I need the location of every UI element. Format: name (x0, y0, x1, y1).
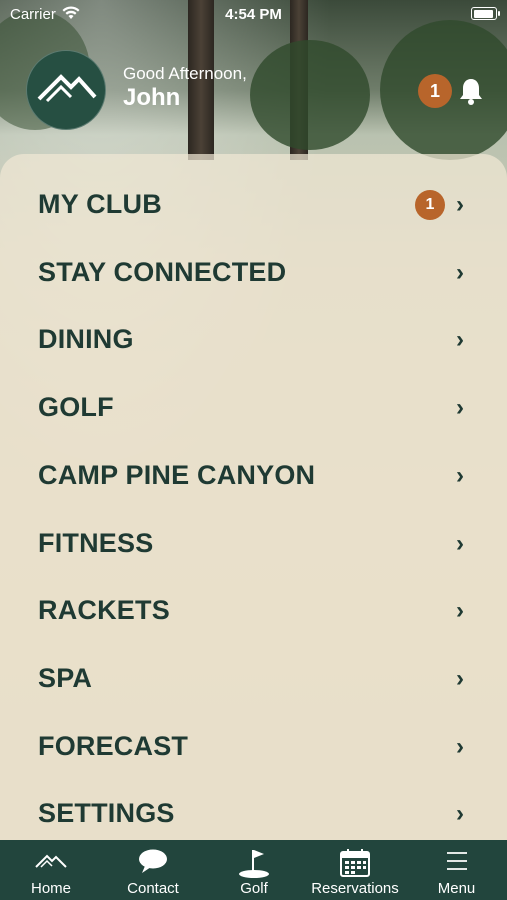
menu-item-rackets[interactable]: RACKETS › (0, 577, 507, 645)
menu-item-stay-connected[interactable]: STAY CONNECTED › (0, 239, 507, 307)
status-bar: Carrier 4:54 PM (0, 0, 507, 28)
clock: 4:54 PM (225, 6, 282, 23)
tab-label: Golf (240, 880, 268, 897)
user-name: John (123, 84, 181, 111)
menu-item-label: SPA (38, 662, 93, 693)
menu-item-dining[interactable]: DINING › (0, 306, 507, 374)
main-menu-panel: MY CLUB 1 › STAY CONNECTED › DINING › GO… (0, 154, 507, 840)
chevron-right-icon: › (456, 461, 464, 489)
header: Good Afternoon, John 1 (0, 40, 507, 140)
notification-count-badge[interactable]: 1 (418, 74, 452, 108)
tab-menu[interactable]: Menu (406, 840, 507, 900)
chevron-right-icon: › (456, 800, 464, 828)
tab-contact[interactable]: Contact (102, 840, 204, 900)
hamburger-menu-icon (446, 852, 467, 870)
greeting-text: Good Afternoon, (123, 64, 247, 83)
menu-item-label: FORECAST (38, 730, 189, 761)
battery-icon (471, 7, 500, 20)
tab-reservations[interactable]: Reservations (304, 840, 406, 900)
golf-flag-icon (239, 850, 269, 878)
tab-label: Home (30, 880, 71, 897)
mountain-logo-icon (37, 74, 97, 103)
chevron-right-icon: › (456, 258, 464, 286)
menu-item-label: GOLF (38, 392, 114, 423)
menu-item-label: RACKETS (38, 595, 170, 626)
calendar-icon (340, 849, 370, 877)
tab-home[interactable]: Home (0, 840, 102, 900)
chevron-right-icon: › (456, 664, 464, 692)
menu-item-settings[interactable]: SETTINGS › (0, 780, 507, 840)
chevron-right-icon: › (456, 597, 464, 625)
bottom-tab-bar: Home Contact Golf Reservations Menu (0, 840, 507, 900)
tab-label: Menu (437, 880, 476, 897)
tab-label: Reservations (311, 880, 399, 897)
chevron-right-icon: › (456, 732, 464, 760)
menu-item-camp-pine-canyon[interactable]: CAMP PINE CANYON › (0, 442, 507, 510)
menu-item-forecast[interactable]: FORECAST › (0, 713, 507, 781)
chevron-right-icon: › (456, 326, 464, 354)
menu-item-my-club[interactable]: MY CLUB 1 › (0, 171, 507, 239)
menu-item-badge: 1 (415, 190, 445, 220)
menu-item-label: MY CLUB (38, 189, 162, 219)
chevron-right-icon: › (456, 529, 464, 557)
bell-icon[interactable] (458, 76, 484, 106)
chevron-right-icon: › (456, 191, 464, 218)
menu-item-fitness[interactable]: FITNESS › (0, 510, 507, 578)
club-logo[interactable] (26, 50, 106, 130)
mountain-icon (35, 854, 67, 868)
menu-item-label: STAY CONNECTED (38, 256, 287, 287)
menu-item-label: CAMP PINE CANYON (38, 459, 316, 490)
menu-item-golf[interactable]: GOLF › (0, 374, 507, 442)
tab-golf[interactable]: Golf (204, 840, 304, 900)
menu-item-label: DINING (38, 324, 134, 355)
menu-item-label: SETTINGS (38, 798, 175, 829)
tab-label: Contact (127, 880, 179, 897)
chevron-right-icon: › (456, 394, 464, 422)
menu-item-label: FITNESS (38, 527, 154, 558)
chat-bubble-icon (139, 849, 167, 873)
menu-item-spa[interactable]: SPA › (0, 645, 507, 713)
